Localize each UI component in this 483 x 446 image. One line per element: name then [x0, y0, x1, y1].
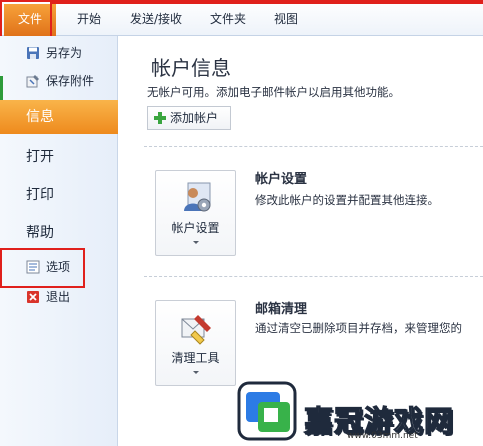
site-watermark: 嘉冠游戏网 www.03mm.net: [232, 376, 483, 446]
sidebar-item-print[interactable]: 打印: [0, 178, 118, 212]
exit-icon: [27, 291, 39, 303]
page-title: 帐户信息: [151, 56, 231, 80]
watermark-logo-icon: [236, 380, 298, 442]
sidebar-item-open[interactable]: 打开: [0, 140, 118, 174]
cleanup-tools-button[interactable]: 清理工具: [155, 300, 236, 386]
mailbox-cleanup-title: 邮箱清理: [255, 302, 308, 317]
account-settings-button-label: 帐户设置: [171, 221, 220, 235]
watermark-url: www.03mm.net: [347, 431, 418, 441]
sidebar-item-label: 另存为: [46, 46, 83, 60]
account-settings-title: 帐户设置: [255, 172, 308, 187]
tab-folder[interactable]: 文件夹: [210, 10, 246, 28]
sidebar-item-label: 保存附件: [46, 74, 95, 88]
mailbox-cleanup-description: 通过清空已删除项目并存档，来管理您的: [255, 321, 462, 335]
plus-icon: [154, 112, 166, 124]
options-highlight-box: [0, 248, 85, 288]
sidebar-item-label: 打印: [26, 187, 54, 203]
account-settings-description: 修改此帐户的设置并配置其他连接。: [255, 193, 439, 207]
sidebar-item-label: 打开: [26, 149, 54, 165]
red-highlight-line: [50, 0, 483, 4]
cleanup-tools-icon: [181, 315, 211, 345]
tab-send-receive[interactable]: 发送/接收: [130, 10, 182, 28]
ribbon-tab-bar: 文件 开始 发送/接收 文件夹 视图: [0, 0, 483, 36]
section-divider: [144, 146, 483, 147]
account-settings-icon: [184, 182, 211, 212]
add-account-button[interactable]: 添加帐户: [147, 106, 231, 130]
save-attachment-icon: [26, 75, 39, 88]
chevron-down-icon: [193, 241, 199, 244]
save-as-icon: [27, 47, 39, 59]
account-settings-button[interactable]: 帐户设置: [155, 170, 236, 256]
sidebar-item-save-attachments[interactable]: 保存附件: [0, 70, 118, 92]
sidebar-item-exit[interactable]: 退出: [0, 286, 118, 308]
section-divider: [144, 276, 483, 277]
sidebar-item-info[interactable]: 信息: [0, 100, 118, 134]
sidebar-item-save-as[interactable]: 另存为: [0, 42, 118, 64]
tab-home[interactable]: 开始: [77, 10, 101, 28]
outlook-backstage-window: 文件 开始 发送/接收 文件夹 视图 另存为 保存附件 信息 打开 打印 帮助 …: [0, 0, 483, 446]
backstage-sidebar: 另存为 保存附件 信息 打开 打印 帮助 选项 退出: [0, 36, 118, 446]
sidebar-item-label: 退出: [46, 290, 71, 304]
file-tab-highlight-box: [0, 0, 52, 40]
sidebar-item-label: 帮助: [26, 225, 54, 241]
sidebar-item-label: 信息: [26, 109, 54, 125]
tab-view[interactable]: 视图: [274, 10, 298, 28]
chevron-down-icon: [193, 371, 199, 374]
page-description: 无帐户可用。添加电子邮件帐户以启用其他功能。: [147, 85, 400, 99]
cleanup-tools-button-label: 清理工具: [171, 351, 220, 365]
add-account-label: 添加帐户: [170, 111, 219, 125]
sidebar-item-help[interactable]: 帮助: [0, 216, 118, 250]
